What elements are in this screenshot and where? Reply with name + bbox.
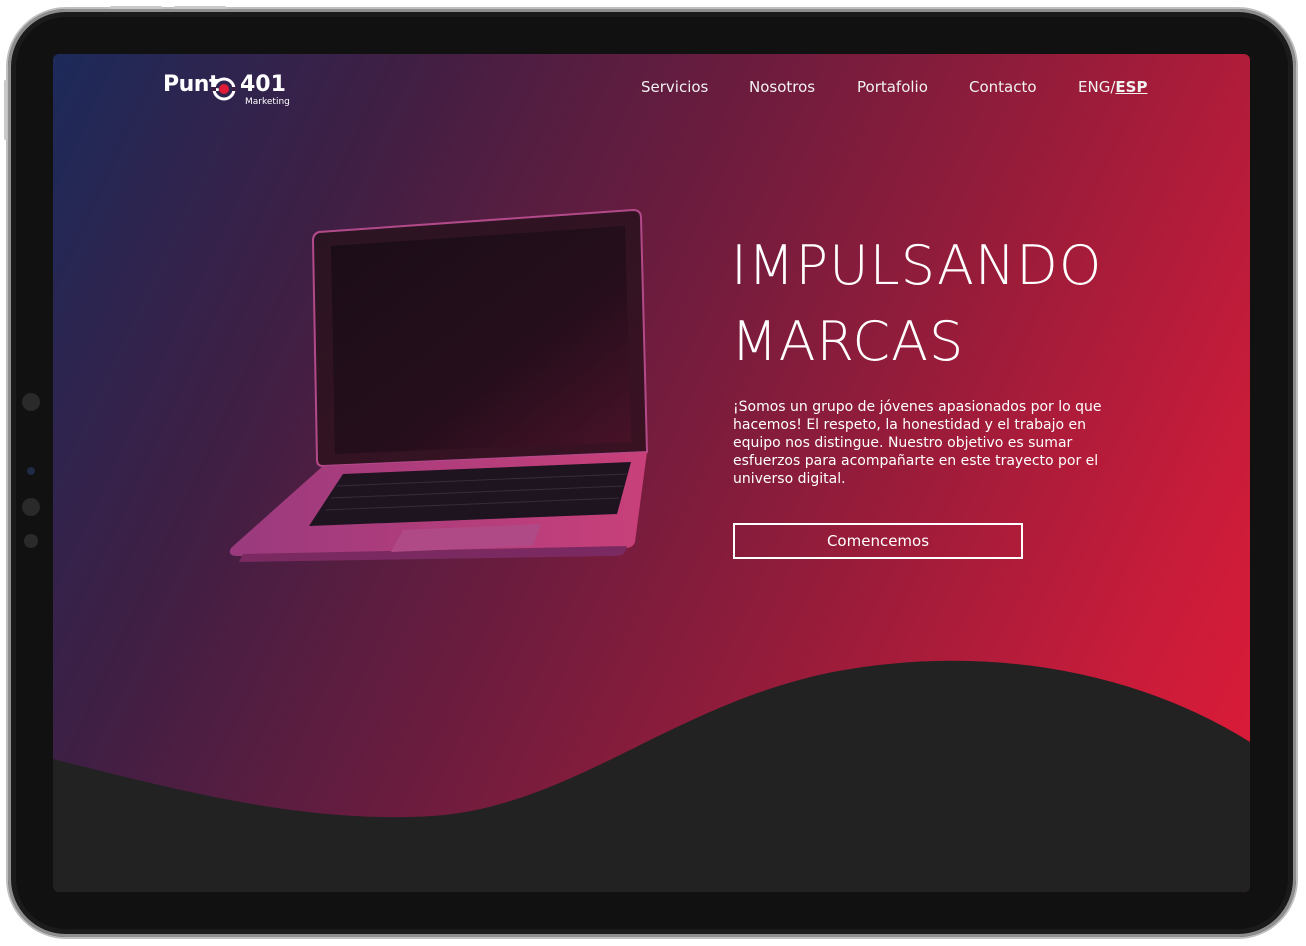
lang-esp[interactable]: ESP [1115, 78, 1147, 96]
laptop-image [229, 208, 649, 562]
nav-item-nosotros[interactable]: Nosotros [749, 78, 815, 96]
lang-eng[interactable]: ENG/ [1078, 78, 1115, 96]
volume-button-top-2 [174, 6, 226, 9]
website-screen: Punt 401 Marketing Servicios Nosotros Po… [53, 54, 1250, 892]
nav-item-servicios[interactable]: Servicios [641, 78, 708, 96]
power-button [4, 80, 7, 140]
hero-title: IMPULSANDO MARCAS [731, 234, 1103, 373]
hero-description: ¡Somos un grupo de jóvenes apasionados p… [733, 399, 1102, 487]
volume-button-top [110, 6, 162, 9]
side-sensor-1 [22, 393, 40, 411]
start-button[interactable]: Comencemos [733, 523, 1023, 559]
brand-subtitle: Marketing [245, 97, 290, 107]
nav-item-portafolio[interactable]: Portafolio [857, 78, 928, 96]
side-sensor-2 [27, 467, 35, 475]
language-switch: ENG/ESP [1078, 78, 1147, 96]
side-sensor-3 [22, 498, 40, 516]
main-nav: Servicios Nosotros Portafolio Contacto E… [53, 78, 1250, 98]
side-sensor-4 [24, 534, 38, 548]
nav-item-contacto[interactable]: Contacto [969, 78, 1037, 96]
